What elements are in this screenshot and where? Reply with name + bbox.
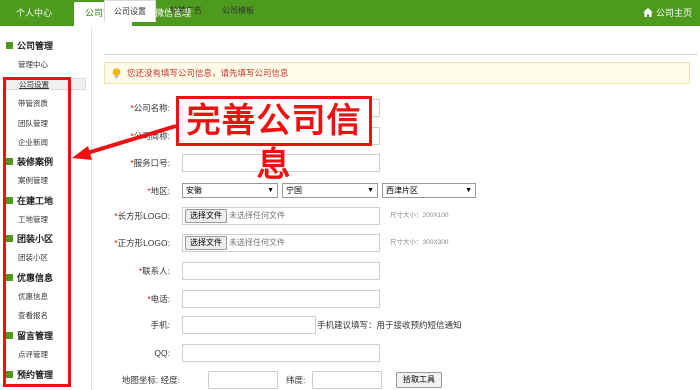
rect-logo-size-hint: 尺寸大小：200X100 <box>390 212 449 219</box>
dropdown-caret-icon: ▼ <box>367 187 374 194</box>
section-title: 公司管理 <box>17 41 54 51</box>
mobile-input[interactable] <box>182 316 316 334</box>
latitude-input[interactable] <box>312 371 382 389</box>
company-home-label: 公司主页 <box>655 8 692 18</box>
square-logo-label: *正方形LOGO: <box>114 238 170 248</box>
home-icon <box>642 1 653 27</box>
latitude-label: 纬度: <box>286 375 306 385</box>
contact-input[interactable] <box>182 262 380 280</box>
service-slogan-label: *服务口号: <box>130 158 170 168</box>
contact-label: *联系人: <box>138 266 170 276</box>
company-short-label: *公司简称: <box>130 131 170 141</box>
sidebar-item-management-center[interactable]: 管理中心 <box>18 59 48 71</box>
sidebar-highlight-box <box>3 77 71 387</box>
tab-divider <box>104 54 698 55</box>
no-file-text: 未选择任何文件 <box>229 238 285 247</box>
notice-text: 您还没有填写公司信息，请先填写公司信息 <box>127 68 289 78</box>
annotation-label: 完善公司信息 <box>176 96 372 185</box>
choose-file-button[interactable]: 选择文件 <box>185 209 227 223</box>
longitude-input[interactable] <box>208 371 278 389</box>
topnav-personal-center[interactable]: 个人中心 <box>0 0 68 26</box>
notice-banner: 您还没有填写公司信息，请先填写公司信息 <box>104 62 690 84</box>
tab-company-template[interactable]: 公司模板 <box>212 0 264 22</box>
square-logo-file-input[interactable]: 选择文件 未选择任何文件 <box>182 234 380 252</box>
qq-input[interactable] <box>182 344 380 362</box>
tel-label: *电话: <box>147 294 170 304</box>
pick-coords-button[interactable]: 拾取工具 <box>396 372 442 388</box>
company-name-label: *公司名称: <box>130 103 170 113</box>
district-select[interactable]: 西津片区 ▼ <box>382 183 476 198</box>
map-coords-label: 地图坐标: 经度: <box>121 375 180 385</box>
dropdown-caret-icon: ▼ <box>465 187 472 194</box>
qq-label: QQ: <box>154 348 170 358</box>
collapse-icon <box>6 42 13 50</box>
mobile-tip: 手机建议填写：用于接收预约短信通知 <box>317 320 462 330</box>
city-select[interactable]: 宁国 ▼ <box>282 183 378 198</box>
choose-file-button[interactable]: 选择文件 <box>185 236 227 250</box>
rect-logo-label: *长方形LOGO: <box>114 211 170 221</box>
region-label: *地区: <box>147 186 170 196</box>
sidebar-section-company[interactable]: 公司管理 <box>6 39 53 53</box>
no-file-text: 未选择任何文件 <box>229 211 285 220</box>
rect-logo-file-input[interactable]: 选择文件 未选择任何文件 <box>182 207 380 225</box>
tab-carousel-ads[interactable]: 轮转广告 <box>160 0 212 22</box>
square-logo-size-hint: 尺寸大小：300X300 <box>390 239 449 246</box>
company-home-link[interactable]: 公司主页 <box>642 0 692 27</box>
mobile-label: 手机: <box>150 320 170 330</box>
lightbulb-icon <box>112 67 121 87</box>
tab-company-settings[interactable]: 公司设置 <box>104 0 156 22</box>
tel-input[interactable] <box>182 290 380 308</box>
